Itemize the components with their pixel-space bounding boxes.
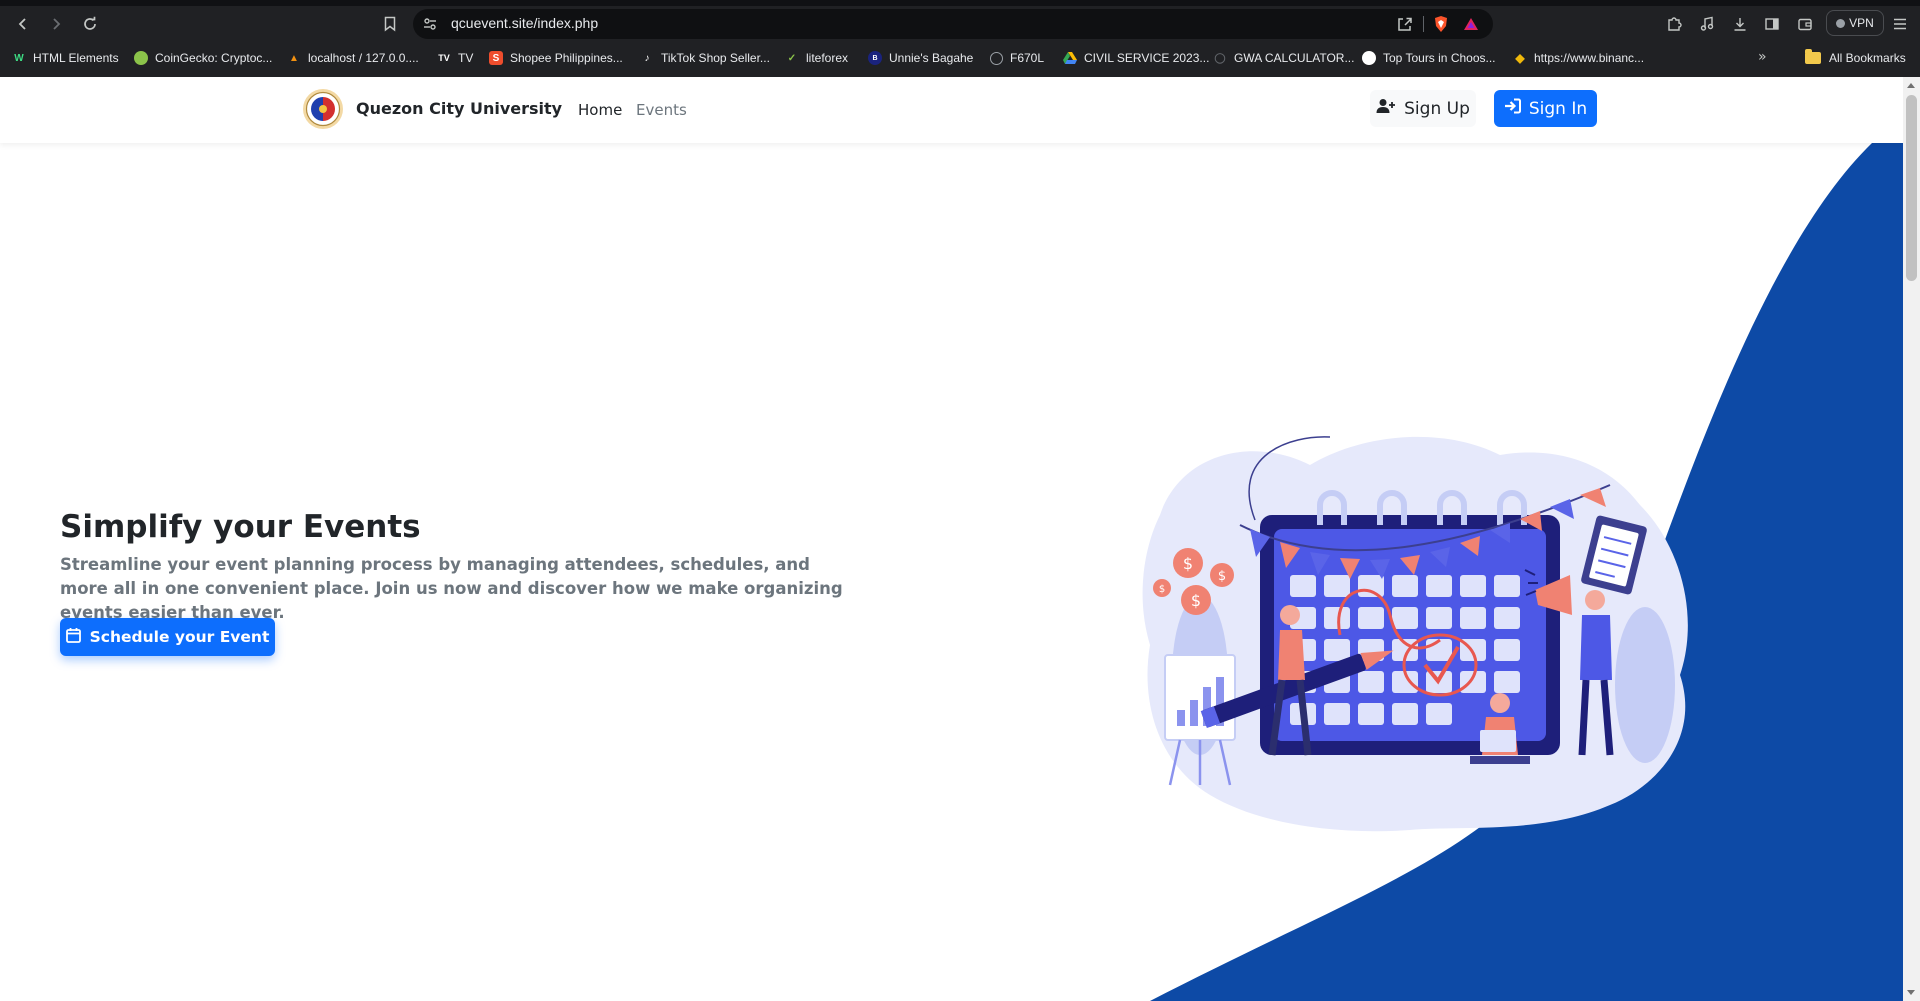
forward-icon[interactable] bbox=[46, 14, 66, 34]
bookmark-civil-service[interactable]: CIVIL SERVICE 2023... bbox=[1063, 46, 1209, 70]
bookmark-top-tours[interactable]: Top Tours in Choos... bbox=[1362, 46, 1496, 70]
browser-toolbar: qcuevent.site/index.php VPN bbox=[0, 6, 1920, 42]
brave-rewards-icon[interactable] bbox=[1461, 14, 1481, 34]
hero-description: Streamline your event planning process b… bbox=[60, 555, 843, 622]
bookmark-label: F670L bbox=[1010, 51, 1045, 65]
tiktok-favicon: ♪ bbox=[644, 52, 650, 64]
site-info-icon[interactable] bbox=[421, 15, 439, 33]
scroll-up-icon[interactable] bbox=[1907, 83, 1915, 88]
bookmarks-bar: W HTML Elements CoinGecko: Cryptoc... ▲ … bbox=[0, 46, 1920, 70]
bookmark-f670l[interactable]: F670L bbox=[990, 46, 1044, 70]
page-scrollbar[interactable] bbox=[1903, 77, 1920, 1001]
calendar-icon bbox=[65, 627, 81, 647]
bookmark-localhost[interactable]: ▲ localhost / 127.0.0.... bbox=[287, 46, 419, 70]
scroll-down-icon[interactable] bbox=[1907, 990, 1915, 995]
university-logo[interactable] bbox=[302, 88, 344, 130]
bookmark-label: liteforex bbox=[806, 51, 849, 65]
vpn-status-icon bbox=[1836, 18, 1846, 28]
bookmark-liteforex[interactable]: ✓ liteforex bbox=[785, 46, 848, 70]
bookmark-page-icon[interactable] bbox=[380, 14, 400, 34]
html-elements-favicon: W bbox=[14, 52, 24, 64]
chevron-double-right-icon[interactable]: » bbox=[1758, 49, 1767, 65]
event-planning-illustration: $ $ $ $ bbox=[1142, 436, 1688, 832]
media-icon[interactable] bbox=[1697, 14, 1717, 34]
download-icon[interactable] bbox=[1730, 14, 1750, 34]
coingecko-favicon bbox=[134, 51, 148, 65]
top-tours-favicon bbox=[1362, 51, 1376, 65]
brave-shields-icon[interactable] bbox=[1431, 14, 1451, 34]
vpn-button[interactable]: VPN bbox=[1826, 10, 1884, 36]
binance-favicon: ◆ bbox=[1515, 51, 1525, 65]
bookmark-unnies-bagahe[interactable]: B Unnie's Bagahe bbox=[868, 46, 973, 70]
all-bookmarks-label: All Bookmarks bbox=[1829, 51, 1906, 65]
svg-text:$: $ bbox=[1218, 569, 1226, 584]
globe-icon bbox=[990, 51, 1003, 65]
all-bookmarks-button[interactable]: All Bookmarks bbox=[1805, 46, 1906, 70]
bookmark-coingecko[interactable]: CoinGecko: Cryptoc... bbox=[134, 46, 272, 70]
liteforex-favicon: ✓ bbox=[787, 52, 797, 64]
wallet-icon[interactable] bbox=[1795, 14, 1815, 34]
hero-title: Simplify your Events bbox=[60, 509, 421, 545]
bookmark-label: GWA CALCULATOR... bbox=[1234, 51, 1355, 65]
scrollbar-thumb[interactable] bbox=[1906, 95, 1917, 281]
url-text[interactable]: qcuevent.site/index.php bbox=[451, 15, 598, 31]
bookmark-label: Unnie's Bagahe bbox=[889, 51, 974, 65]
bookmark-tv[interactable]: TV TV bbox=[437, 46, 473, 70]
svg-text:$: $ bbox=[1183, 554, 1193, 573]
site-navbar: Quezon City University Home Events Sign … bbox=[0, 77, 1903, 143]
brand-name[interactable]: Quezon City University bbox=[356, 99, 562, 118]
shopee-favicon: S bbox=[489, 51, 503, 65]
browser-chrome: qcuevent.site/index.php VPN W HTML Eleme… bbox=[0, 0, 1920, 77]
folder-icon bbox=[1805, 49, 1821, 64]
sign-in-label: Sign In bbox=[1528, 98, 1588, 119]
sign-in-button[interactable]: Sign In bbox=[1494, 90, 1597, 127]
page-viewport: Quezon City University Home Events Sign … bbox=[0, 77, 1903, 1001]
sidebar-icon[interactable] bbox=[1762, 14, 1782, 34]
svg-text:$: $ bbox=[1159, 584, 1165, 595]
bookmark-label: HTML Elements bbox=[33, 51, 119, 65]
google-drive-favicon bbox=[1063, 51, 1077, 65]
sign-up-label: Sign Up bbox=[1404, 98, 1470, 119]
schedule-event-button[interactable]: Schedule your Event bbox=[60, 618, 275, 656]
nav-home-link[interactable]: Home bbox=[578, 101, 622, 119]
bookmark-label: Top Tours in Choos... bbox=[1383, 51, 1496, 65]
bookmark-label: CoinGecko: Cryptoc... bbox=[155, 51, 273, 65]
svg-text:$: $ bbox=[1191, 591, 1201, 610]
reload-icon[interactable] bbox=[80, 14, 100, 34]
bookmark-shopee[interactable]: S Shopee Philippines... bbox=[489, 46, 623, 70]
address-bar[interactable]: qcuevent.site/index.php bbox=[413, 9, 1493, 39]
vpn-label: VPN bbox=[1849, 16, 1874, 30]
bookmark-html-elements[interactable]: W HTML Elements bbox=[12, 46, 119, 70]
sign-up-button[interactable]: Sign Up bbox=[1370, 90, 1476, 127]
separator bbox=[1423, 16, 1424, 32]
bookmark-tiktok-shop[interactable]: ♪ TikTok Shop Seller... bbox=[640, 46, 770, 70]
extensions-icon[interactable] bbox=[1664, 14, 1684, 34]
bookmark-label: Shopee Philippines... bbox=[510, 51, 623, 65]
bookmark-gwa-calculator[interactable]: ◯ GWA CALCULATOR... bbox=[1213, 46, 1354, 70]
schedule-event-label: Schedule your Event bbox=[89, 628, 270, 646]
bookmark-label: CIVIL SERVICE 2023... bbox=[1084, 51, 1210, 65]
bookmark-label: https://www.binanc... bbox=[1534, 51, 1645, 65]
menu-icon[interactable] bbox=[1890, 14, 1910, 34]
nav-events-link[interactable]: Events bbox=[636, 101, 687, 119]
user-plus-icon bbox=[1376, 98, 1396, 119]
bookmark-binance[interactable]: ◆ https://www.binanc... bbox=[1513, 46, 1644, 70]
bookmark-label: TV bbox=[458, 51, 474, 65]
tradingview-favicon: TV bbox=[438, 53, 450, 63]
bookmark-label: TikTok Shop Seller... bbox=[661, 51, 770, 65]
sign-in-icon bbox=[1504, 98, 1521, 119]
back-icon[interactable] bbox=[13, 14, 33, 34]
phpmyadmin-favicon: ▲ bbox=[289, 52, 299, 64]
share-icon[interactable] bbox=[1395, 14, 1415, 34]
shield-favicon: ◯ bbox=[1214, 52, 1226, 64]
bookmark-label: localhost / 127.0.0.... bbox=[308, 51, 419, 65]
unnies-bagahe-favicon: B bbox=[868, 51, 882, 65]
